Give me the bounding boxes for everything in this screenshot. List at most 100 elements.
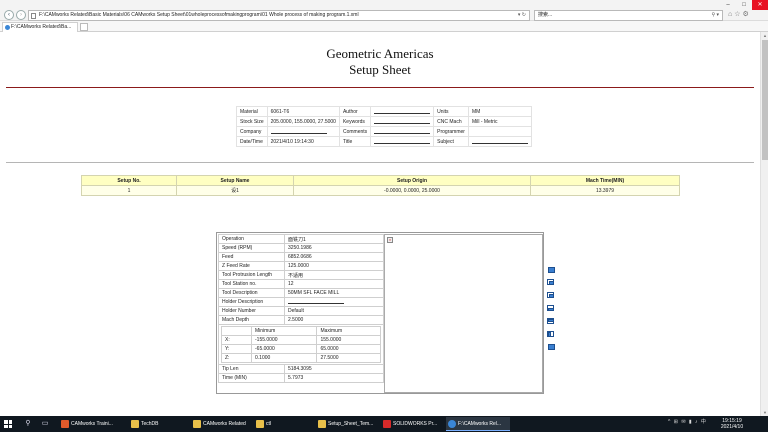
setup-origin-header: Setup Origin xyxy=(293,175,531,186)
close-button[interactable]: ✕ xyxy=(752,0,768,10)
op-label: Speed (RPM) xyxy=(218,243,285,253)
taskbar-app-browser[interactable]: F:\CAMworks Rel... xyxy=(446,417,510,431)
view-bottom-icon[interactable] xyxy=(547,317,556,326)
file-icon xyxy=(31,13,36,19)
op-value: Default xyxy=(284,306,384,316)
setup-table: Setup No. Setup Name Setup Origin Mach T… xyxy=(81,175,680,196)
x-min: -155.0000 xyxy=(250,335,318,345)
taskbar-app-ctl[interactable]: ctl xyxy=(254,417,314,431)
subject-value xyxy=(467,136,532,147)
title-line-2: Setup Sheet xyxy=(349,62,411,77)
time-value: 5.7973 xyxy=(284,373,384,383)
address-bar[interactable]: F:\CAMworks Related\Basic Materials\06 C… xyxy=(28,10,530,21)
taskbar-app-camworks-training[interactable]: CAMworks Traini... xyxy=(59,417,129,431)
programmer-value xyxy=(467,126,532,137)
keywords-label: Keywords xyxy=(338,116,372,127)
back-icon[interactable]: ‹ xyxy=(4,10,14,20)
stock-value: 205.0000, 155.0000, 27.5000 xyxy=(266,116,340,127)
view-back-icon[interactable] xyxy=(547,291,556,300)
scroll-up-icon[interactable]: ▲ xyxy=(761,32,768,39)
system-tray[interactable]: ^ ⊞ ✉ ▮ ♪ 中 xyxy=(668,418,707,425)
author-label: Author xyxy=(338,106,372,117)
cnc-label: CNC Mach xyxy=(433,116,469,127)
company-label: Company xyxy=(236,126,268,137)
scroll-down-icon[interactable]: ▼ xyxy=(761,409,768,416)
units-value: MM xyxy=(467,106,532,117)
op-label: Z Feed Rate xyxy=(218,261,285,271)
minmax-cell: Minimum Maximum X: -155.0000 155.0000 Y: -65… xyxy=(218,324,384,365)
taskbar-app-solidworks[interactable]: SOLIDWORKS Pr... xyxy=(381,417,443,431)
search-placeholder: 搜索... xyxy=(538,12,553,18)
view-left-icon[interactable] xyxy=(547,330,556,339)
page-title: Geometric Americas Setup Sheet xyxy=(0,46,760,78)
tab-bar: F:\CAMworks Related\Ba... xyxy=(0,21,768,32)
view-buttons xyxy=(547,265,557,356)
op-label: Holder Number xyxy=(218,306,285,316)
x-label: X: xyxy=(221,335,252,345)
op-label: Feed xyxy=(218,252,285,262)
search-icon[interactable]: ⚲ xyxy=(23,419,33,429)
op-value: 50MM SFL FACE MILL xyxy=(284,288,384,298)
z-label: Z: xyxy=(221,353,252,363)
table-row: 1 设1 -0.0000, 0.0000, 25.0000 13.3979 xyxy=(81,185,680,196)
min-header: Minimum xyxy=(250,326,318,336)
taskbar: ⚲ ▭ CAMworks Traini... TechDB CAMworks R… xyxy=(0,416,768,432)
title-label: Title xyxy=(338,136,372,147)
search-input[interactable]: 搜索... ⚲ ▾ xyxy=(534,10,723,21)
setup-no-header: Setup No. xyxy=(81,175,177,186)
new-tab-button[interactable] xyxy=(80,23,88,31)
clock[interactable]: 19:15:19 2021/4/10 xyxy=(712,418,752,430)
comments-value xyxy=(370,126,435,137)
time-label: Time (MIN) xyxy=(218,373,285,383)
taskbar-app-techdb[interactable]: TechDB xyxy=(129,417,189,431)
op-label: Tool Description xyxy=(218,288,285,298)
tool-preview-pane: × xyxy=(384,234,543,393)
taskbar-app-camworks-related[interactable]: CAMworks Related xyxy=(191,417,251,431)
toolbar-icons: ⌂☆⚙ xyxy=(728,10,751,18)
op-value: 3250.1986 xyxy=(284,243,384,253)
material-value: 6061-T6 xyxy=(266,106,340,117)
page-content: Geometric Americas Setup Sheet Material … xyxy=(0,32,760,416)
op-label: Operation xyxy=(218,234,285,244)
op-value: 2.5000 xyxy=(284,315,384,325)
maximize-button[interactable]: □ xyxy=(736,0,752,10)
minimize-button[interactable]: – xyxy=(720,0,736,10)
view-right-icon[interactable] xyxy=(547,343,556,352)
view-front-icon[interactable] xyxy=(547,278,556,287)
tab-active[interactable]: F:\CAMworks Related\Ba... xyxy=(2,22,78,32)
stock-label: Stock Size xyxy=(236,116,268,127)
scroll-thumb[interactable] xyxy=(762,40,768,160)
op-value: 面铣刀1 xyxy=(284,234,384,244)
title-line-1: Geometric Americas xyxy=(326,46,434,61)
tip-len-value: 5184.3095 xyxy=(284,364,384,374)
section-divider xyxy=(6,162,754,163)
refresh-icon[interactable]: ▾ ↻ xyxy=(518,11,526,20)
mach-time-cell: 13.3979 xyxy=(530,185,680,196)
cnc-value: Mill - Metric xyxy=(467,116,532,127)
view-isometric-icon[interactable] xyxy=(547,265,556,274)
view-top-icon[interactable] xyxy=(547,304,556,313)
address-text: F:\CAMworks Related\Basic Materials\06 C… xyxy=(39,12,359,18)
op-label: Tool Protrusion Length xyxy=(218,270,285,280)
minmax-table: Minimum Maximum X: -155.0000 155.0000 Y: -65… xyxy=(221,326,381,363)
z-max: 27.5000 xyxy=(316,353,381,363)
ie-icon xyxy=(5,25,10,30)
title-value xyxy=(370,136,435,147)
taskbar-app-setup-sheet[interactable]: Setup_Sheet_Tem... xyxy=(316,417,378,431)
task-view-icon[interactable]: ▭ xyxy=(40,419,50,429)
op-value: 6852.0686 xyxy=(284,252,384,262)
setup-origin-cell: -0.0000, 0.0000, 25.0000 xyxy=(293,185,531,196)
search-icon[interactable]: ⚲ ▾ xyxy=(711,11,719,20)
tab-title: F:\CAMworks Related\Ba... xyxy=(11,24,72,30)
title-bar: ‹ › F:\CAMworks Related\Basic Materials\… xyxy=(0,0,768,21)
favorites-icon[interactable]: ☆ xyxy=(734,11,742,18)
info-table: Material 6061-T6 Author Units MM Stock S… xyxy=(236,106,532,147)
vertical-scrollbar[interactable]: ▲ ▼ xyxy=(760,32,768,416)
windows-start-icon[interactable] xyxy=(4,420,12,428)
setup-no-cell: 1 xyxy=(81,185,177,196)
forward-icon[interactable]: › xyxy=(16,10,26,20)
browser-window: ‹ › F:\CAMworks Related\Basic Materials\… xyxy=(0,0,768,432)
settings-icon[interactable]: ⚙ xyxy=(743,11,751,18)
setup-name-header: Setup Name xyxy=(176,175,294,186)
date-value: 2021/4/10 19:14:30 xyxy=(266,136,340,147)
